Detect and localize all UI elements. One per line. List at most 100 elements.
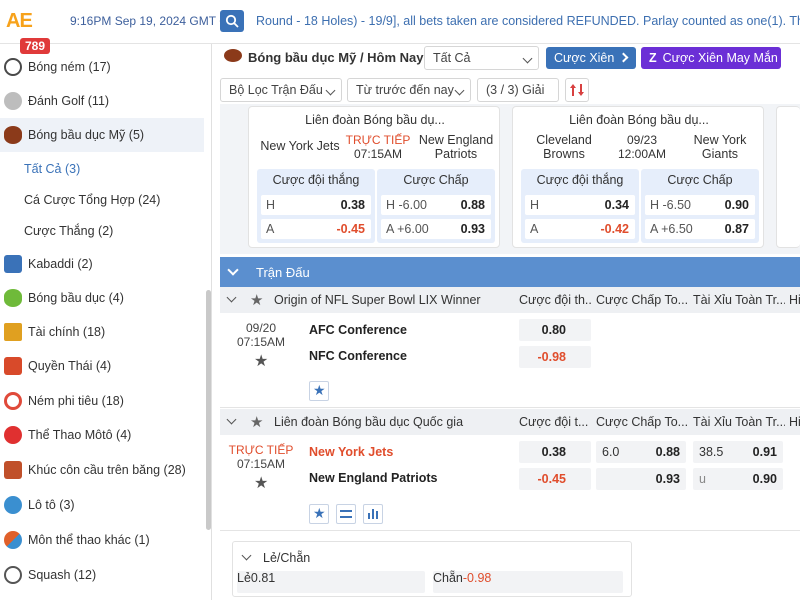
- handicap-line: H -6.50: [650, 198, 691, 212]
- chevron-down-icon[interactable]: [226, 292, 237, 303]
- featured-card-partial[interactable]: [776, 106, 800, 248]
- sidebar-item-label: Môn thể thao khác: [28, 533, 131, 547]
- handicap-line: H -6.00: [386, 198, 427, 212]
- favorite-tool-button[interactable]: ★: [309, 504, 329, 524]
- odds-cell[interactable]: H 0.34: [525, 195, 635, 215]
- odds-value: 0.38: [541, 445, 566, 459]
- sidebar-item-count: (2): [77, 257, 93, 271]
- sidebar-item-rugby[interactable]: Bóng bầu dục (4): [0, 281, 204, 315]
- odds-cell[interactable]: u 0.90: [693, 468, 783, 490]
- dropdown-value: Từ trước đến nay: [356, 83, 454, 97]
- sidebar-item-label: Bóng ném: [28, 60, 85, 74]
- match-filter-dropdown[interactable]: Bộ Lọc Trận Đấu: [220, 78, 342, 102]
- sidebar-item-handball[interactable]: Bóng ném (17): [0, 50, 204, 84]
- rugby-icon: [4, 289, 22, 307]
- odds-cell[interactable]: Lẻ0.81: [237, 571, 425, 593]
- sidebar-sub-all[interactable]: Tất Cả (3): [0, 154, 204, 184]
- button-label: Cược Xiên: [554, 51, 615, 65]
- league-row[interactable]: ★ Liên đoàn Bóng bầu dục Quốc gia Cược đ…: [220, 409, 800, 435]
- star-icon: ★: [313, 505, 326, 521]
- sport-filter-dropdown[interactable]: Tất Cả: [424, 46, 539, 70]
- odds-cell[interactable]: Chẵn-0.98: [433, 571, 623, 593]
- odds-value: 0.91: [752, 445, 777, 459]
- sidebar-item-ice-hockey[interactable]: Khúc côn cầu trên băng (28): [0, 453, 204, 487]
- sub-label: Tất Cả: [24, 162, 62, 176]
- odds-cell[interactable]: 0.38: [519, 441, 591, 463]
- card-home-team: Cleveland Browns: [536, 133, 592, 161]
- sidebar-scrollbar[interactable]: [206, 290, 211, 530]
- sidebar-item-count: (17): [88, 60, 111, 74]
- sidebar-item-american-football[interactable]: Bóng bầu dục Mỹ (5): [0, 118, 204, 152]
- featured-card[interactable]: Liên đoàn Bóng bầu dụ... Cleveland Brown…: [512, 106, 764, 248]
- sidebar-item-darts[interactable]: Ném phi tiêu (18): [0, 384, 204, 418]
- sidebar-item-lotto[interactable]: Lô tô (3): [0, 488, 204, 522]
- logo-sub: 789: [20, 38, 51, 54]
- squash-icon: [4, 566, 22, 584]
- odds-value: 0.81: [250, 571, 276, 585]
- sidebar-item-label: Thể Thao Môtô: [28, 428, 113, 442]
- sidebar-item-muay-thai[interactable]: Quyền Thái (4): [0, 349, 204, 383]
- sub-count: (2): [98, 224, 114, 238]
- chevron-down-icon[interactable]: [241, 550, 252, 561]
- odds-cell[interactable]: H -6.00 0.88: [381, 195, 491, 215]
- chevron-down-icon: [325, 85, 336, 96]
- american-football-icon: [224, 49, 242, 62]
- odds-cell[interactable]: 0.80: [519, 319, 591, 341]
- star-icon[interactable]: ★: [254, 351, 268, 371]
- featured-card[interactable]: Liên đoàn Bóng bầu dụ... New York Jets T…: [248, 106, 500, 248]
- stats-tool-button[interactable]: [363, 504, 383, 524]
- dropdown-value: Bộ Lọc Trận Đấu: [229, 83, 323, 97]
- sidebar-item-label: Đánh Golf: [28, 94, 85, 108]
- sort-button[interactable]: [565, 78, 589, 102]
- sidebar-item-label: Tài chính: [28, 325, 80, 339]
- odds-cell[interactable]: A +6.00 0.93: [381, 219, 491, 239]
- chevron-down-icon[interactable]: [226, 414, 237, 425]
- handicap-odds-box: Cược Chấp H -6.50 0.90 A +6.50 0.87: [641, 169, 759, 243]
- search-button[interactable]: [220, 10, 244, 32]
- matches-section-header[interactable]: Trận Đấu: [220, 257, 800, 287]
- league-row[interactable]: ★ Origin of NFL Super Bowl LIX Winner Cư…: [220, 287, 800, 313]
- odds-cell[interactable]: H 0.38: [261, 195, 371, 215]
- odds-cell[interactable]: 0.93: [596, 468, 686, 490]
- star-icon[interactable]: ★: [250, 413, 263, 431]
- odds-value: 0.80: [541, 323, 566, 337]
- odds-cell[interactable]: 38.5 0.91: [693, 441, 783, 463]
- odds-cell[interactable]: A -0.42: [525, 219, 635, 239]
- sidebar-item-kabaddi[interactable]: Kabaddi (2): [0, 247, 204, 281]
- time-filter-dropdown[interactable]: Từ trước đến nay: [347, 78, 471, 102]
- card-home-team: New York Jets: [260, 139, 340, 153]
- odds-cell[interactable]: H -6.50 0.90: [645, 195, 755, 215]
- odds-cell[interactable]: A +6.50 0.87: [645, 219, 755, 239]
- sidebar-item-count: (3): [59, 498, 75, 512]
- odds-cell[interactable]: A -0.45: [261, 219, 371, 239]
- win-label: Cược đội thắng: [272, 173, 360, 187]
- star-icon[interactable]: ★: [254, 473, 268, 493]
- odds-cell[interactable]: -0.98: [519, 346, 591, 368]
- sidebar-item-motorsport[interactable]: Thể Thao Môtô (4): [0, 418, 204, 452]
- odds-value: 0.90: [724, 198, 749, 212]
- lucky-parlay-button[interactable]: Z Cược Xiên May Mắn: [641, 47, 781, 69]
- star-icon: ★: [313, 382, 326, 398]
- odds-value: 0.88: [460, 198, 485, 212]
- handball-icon: [4, 58, 22, 76]
- chevron-right-icon: [618, 52, 629, 63]
- league-count-selector[interactable]: (3 / 3) Giải: [477, 78, 559, 102]
- star-icon[interactable]: ★: [250, 291, 263, 309]
- brand-logo[interactable]: AE 789: [6, 8, 70, 54]
- card-time: 12:00AM: [617, 147, 667, 161]
- ou-line: u: [699, 472, 706, 486]
- sidebar-item-finance[interactable]: Tài chính (18): [0, 315, 204, 349]
- odds-cell[interactable]: -0.45: [519, 468, 591, 490]
- sidebar-item-other-sports[interactable]: Môn thể thao khác (1): [0, 523, 204, 557]
- stream-tool-button[interactable]: [336, 504, 356, 524]
- sidebar-item-golf[interactable]: Đánh Golf (11): [0, 84, 204, 118]
- odds-value: -0.98: [537, 350, 567, 364]
- favorite-tool-button[interactable]: ★: [309, 381, 329, 401]
- match-row: TRỰC TIẾP 07:15AM ★ New York Jets New Eng…: [220, 435, 800, 531]
- odds-cell[interactable]: 6.0 0.88: [596, 441, 686, 463]
- sidebar-sub-outright[interactable]: Cược Thắng (2): [0, 216, 204, 246]
- parlay-button[interactable]: Cược Xiên: [546, 47, 636, 69]
- sidebar-item-squash[interactable]: Squash (12): [0, 558, 204, 592]
- sidebar-sub-combined[interactable]: Cá Cược Tổng Hợp (24): [0, 185, 204, 215]
- odds-value: 0.87: [724, 222, 749, 236]
